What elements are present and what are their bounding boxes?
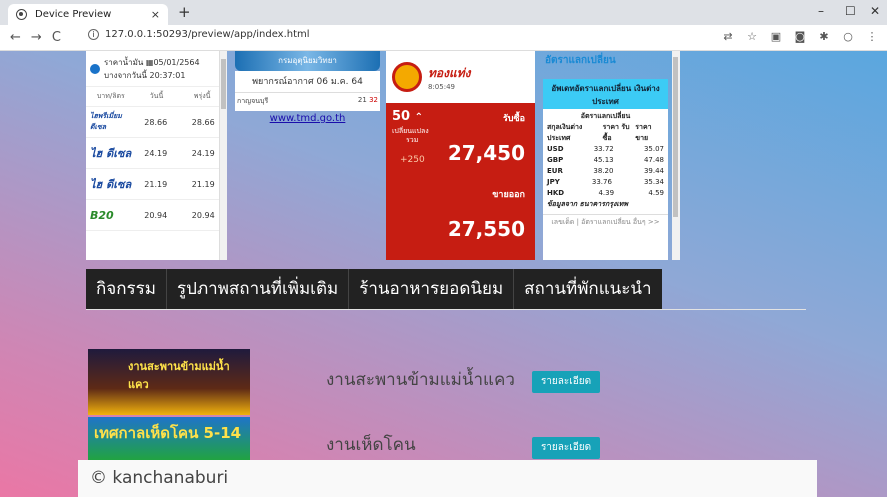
fuel-row: B20 20.94 20.94	[86, 200, 227, 231]
info-icon: i	[88, 29, 99, 40]
fx-footer-link[interactable]: เลขเด็ด | อัตราแลกเปลี่ยน อื่นๆ >>	[543, 214, 668, 228]
pdf-icon[interactable]: ◙	[793, 31, 807, 43]
fx-widget: อัตราแลกเปลี่ยน อัพเดทอัตราแลกเปลี่ยน เง…	[541, 51, 680, 260]
event-image-text: งานสะพานข้ามแม่น้ำแคว	[128, 360, 230, 391]
fuel-subtitle: บางจากวันนี้	[104, 70, 147, 80]
gold-price-widget: ทองแท่ง 8:05:49 50 ⌃ เปลี่ยนแปลง รวม +250 …	[386, 51, 535, 260]
weather-widget: กรมอุตุนิยมวิทยา พยากรณ์อากาศ 06 ม.ค. 64…	[235, 51, 380, 181]
fuel-logo: ไฮ ดีเซล	[90, 147, 132, 160]
gold-change-label: เปลี่ยนแปลง	[392, 127, 429, 135]
gold-time: 8:05:49	[428, 82, 455, 91]
fuel-row: ไฮ ดีเซล 24.19 24.19	[86, 138, 227, 169]
event-image[interactable]: งานสะพานข้ามแม่น้ำแคว	[88, 349, 250, 415]
event-detail-button[interactable]: รายละเอียด	[532, 371, 600, 393]
forward-icon[interactable]: →	[31, 30, 42, 45]
menu-divider	[86, 309, 806, 310]
fuel-col-unit: บาท/ลิตร	[96, 92, 125, 100]
gold-total: +250	[400, 155, 425, 165]
fuel-drop-icon	[90, 63, 100, 74]
fx-box-title: อัพเดทอัตราแลกเปลี่ยน เงินต่างประเทศ	[543, 79, 668, 109]
fx-head-buy: ราคา รับซื้อ	[602, 123, 630, 142]
minimize-button[interactable]: –	[818, 4, 824, 18]
event-image-text: เทศกาลเห็ดโคน 5-14	[94, 424, 242, 442]
event-title: งานสะพานข้ามแม่น้ำแคว	[326, 370, 515, 390]
fx-scrollbar[interactable]	[672, 51, 680, 260]
fuel-scrollbar[interactable]	[219, 51, 227, 260]
menu-item-hotels[interactable]: สถานที่พักแนะนำ	[514, 269, 661, 309]
back-icon[interactable]: ←	[10, 30, 21, 45]
weather-low: 21	[357, 96, 367, 104]
extension-icon[interactable]: ▣	[769, 31, 783, 43]
fx-title: อัตราแลกเปลี่ยน	[545, 55, 616, 66]
fuel-logo: ไฮ ดีเซล	[90, 178, 132, 191]
fx-head-sell: ราคา ขาย	[635, 123, 652, 142]
fuel-today: 20.94	[144, 210, 168, 220]
fuel-col-today: วันนี้	[149, 92, 164, 100]
fuel-today: 21.19	[144, 179, 168, 189]
url-field[interactable]: i 127.0.0.1:50293/preview/app/index.html	[88, 29, 310, 40]
fuel-today: 28.66	[144, 117, 168, 127]
fx-sub: อัตราแลกเปลี่ยน	[580, 112, 631, 120]
fuel-today: 24.19	[144, 148, 168, 158]
gold-sell: 27,550	[447, 217, 525, 241]
page-footer: © kanchanaburi	[78, 460, 817, 497]
weather-province: กาญจนบุรี	[237, 97, 269, 105]
fx-row: HKD 4.39 4.59	[547, 189, 664, 197]
close-window-button[interactable]: ✕	[870, 4, 880, 18]
tmd-link[interactable]: www.tmd.go.th	[235, 113, 380, 124]
event-detail-button[interactable]: รายละเอียด	[532, 437, 600, 459]
gold-change: 50	[392, 109, 411, 124]
menu-item-activities[interactable]: กิจกรรม	[86, 269, 168, 309]
event-title: งานเห็ดโคน	[326, 435, 416, 455]
gold-sell-label: ขายออก	[492, 190, 525, 200]
chrome-icon	[16, 9, 27, 20]
gold-buy-label: รับซื้อ	[502, 114, 525, 124]
gold-brand: ทองแท่ง	[428, 65, 471, 80]
fx-row: EUR 38.20 39.44	[547, 167, 664, 175]
fuel-date: 05/01/2564	[153, 57, 200, 67]
star-icon[interactable]: ☆	[745, 31, 759, 43]
fuel-row: ไฮพรีเมี่ยม ดีเซล 28.66 28.66	[86, 107, 227, 138]
gold-emblem-icon	[392, 62, 422, 92]
event-image[interactable]: เทศกาลเห็ดโคน 5-14	[88, 417, 250, 461]
weather-high: 32	[369, 96, 378, 104]
reload-icon[interactable]: C	[52, 30, 61, 45]
page-content: ราคาน้ำมัน ▦05/01/2564 บางจากวันนี้ 20:3…	[0, 51, 887, 497]
weather-banner: กรมอุตุนิยมวิทยา	[235, 51, 380, 71]
browser-tab[interactable]: Device Preview ×	[8, 4, 168, 25]
fx-row: USD 33.72 35.07	[547, 145, 664, 153]
fuel-title: ราคาน้ำมัน	[104, 57, 144, 67]
browser-tabbar: Device Preview × + – ☐ ✕	[0, 0, 887, 25]
menu-item-photos[interactable]: รูปภาพสถานที่เพิ่มเติม	[167, 269, 350, 309]
gold-total-label: รวม	[406, 136, 419, 144]
fuel-time: 20:37:01	[149, 70, 186, 80]
new-tab-button[interactable]: +	[178, 3, 191, 21]
weather-forecast: พยากรณ์อากาศ 06 ม.ค. 64	[252, 77, 363, 87]
fx-head-currency: สกุลเงินต่าง ประเทศ	[547, 123, 583, 142]
tab-title: Device Preview	[35, 9, 112, 20]
fuel-logo: ไฮพรีเมี่ยม ดีเซล	[90, 112, 122, 131]
gold-buy: 27,450	[447, 141, 525, 165]
url-text: 127.0.0.1:50293/preview/app/index.html	[105, 29, 310, 40]
main-menu: กิจกรรม รูปภาพสถานที่เพิ่มเติม ร้านอาหาร…	[86, 269, 662, 309]
address-bar: ← → C i 127.0.0.1:50293/preview/app/index…	[0, 25, 887, 51]
profile-icon[interactable]: ○	[841, 31, 855, 43]
maximize-button[interactable]: ☐	[845, 4, 856, 18]
fuel-price-widget: ราคาน้ำมัน ▦05/01/2564 บางจากวันนี้ 20:3…	[86, 51, 227, 260]
fuel-logo: B20	[90, 208, 114, 222]
menu-icon[interactable]: ⋮	[865, 31, 879, 43]
puzzle-icon[interactable]: ✱	[817, 31, 831, 43]
translate-icon[interactable]: ⇄	[721, 31, 735, 43]
menu-item-restaurants[interactable]: ร้านอาหารยอดนิยม	[349, 269, 515, 309]
fx-row: JPY 33.76 35.34	[547, 178, 664, 186]
up-arrow-icon: ⌃	[414, 112, 424, 123]
fuel-row: ไฮ ดีเซล 21.19 21.19	[86, 169, 227, 200]
fx-source: ข้อมูลจาก ธนาคารกรุงเทพ	[547, 200, 628, 208]
fx-row: GBP 45.13 47.48	[547, 156, 664, 164]
tab-close-icon[interactable]: ×	[151, 8, 160, 21]
